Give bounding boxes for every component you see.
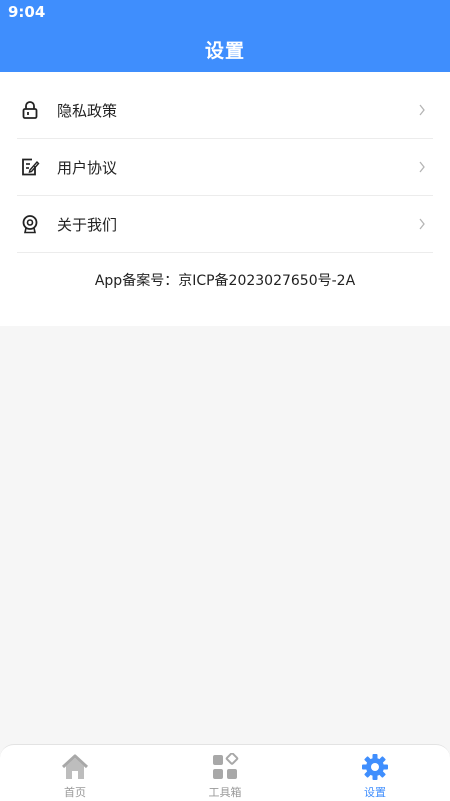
edit-document-icon xyxy=(19,156,41,178)
chevron-right-icon xyxy=(415,103,429,117)
gear-icon xyxy=(361,753,389,781)
badge-icon xyxy=(19,213,41,235)
menu-item-privacy-policy[interactable]: 隐私政策 xyxy=(17,82,433,139)
icp-record-number: App备案号：京ICP备2023027650号-2A xyxy=(94,273,356,289)
menu-item-label: 隐私政策 xyxy=(57,101,118,120)
tab-toolbox[interactable]: 工具箱 xyxy=(185,753,265,800)
tab-label: 设置 xyxy=(364,786,386,799)
tab-label: 工具箱 xyxy=(208,786,242,799)
chevron-right-icon xyxy=(415,217,429,231)
lock-icon xyxy=(19,99,41,121)
page-title: 设置 xyxy=(204,39,245,62)
bottom-tab-bar: 首页 工具箱 设置 xyxy=(0,744,450,801)
menu-item-about-us[interactable]: 关于我们 xyxy=(17,196,433,253)
menu-item-label: 用户协议 xyxy=(57,158,118,177)
chevron-right-icon xyxy=(415,160,429,174)
status-time: 9:04 xyxy=(8,3,46,21)
tab-label: 首页 xyxy=(64,786,86,799)
menu-item-user-agreement[interactable]: 用户协议 xyxy=(17,139,433,196)
tab-settings[interactable]: 设置 xyxy=(335,753,415,800)
menu-item-label: 关于我们 xyxy=(57,215,118,234)
settings-menu: 隐私政策 用户协议 关于我们 xyxy=(17,82,433,253)
toolbox-grid-icon xyxy=(211,753,239,781)
tab-home[interactable]: 首页 xyxy=(35,753,115,800)
status-bar: 9:04 xyxy=(0,0,450,26)
home-icon xyxy=(61,753,89,781)
settings-card: 隐私政策 用户协议 关于我们 App备案号：京ICP备2023027650号-2… xyxy=(0,72,450,326)
app-header: 设置 xyxy=(0,26,450,72)
